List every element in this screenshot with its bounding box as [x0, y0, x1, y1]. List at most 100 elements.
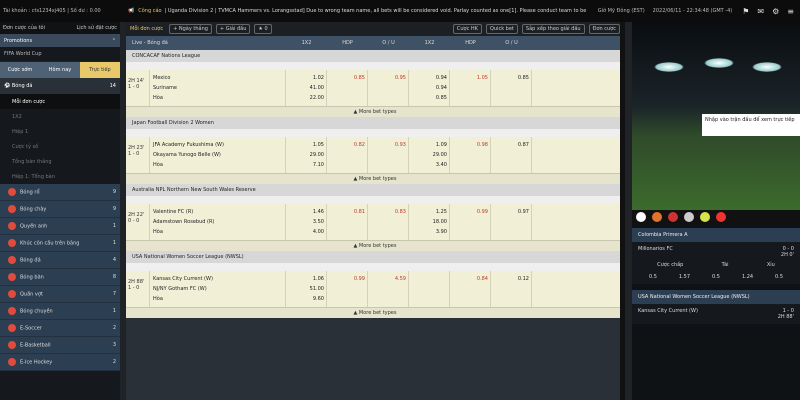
- odds-away[interactable]: 29.00: [288, 150, 324, 160]
- add-date-button[interactable]: + Ngày thắng: [169, 24, 212, 34]
- odds-draw[interactable]: 7.10: [288, 160, 324, 170]
- basketball-filter-icon[interactable]: [652, 212, 662, 222]
- market-item-each-bet[interactable]: Mỗi đơn cược: [0, 94, 120, 109]
- live-score-card-2[interactable]: Kansas City Current (W) 1 - 0 2H 88': [632, 304, 800, 324]
- sport-item[interactable]: Khúc côn cầu trên băng 1: [0, 235, 120, 252]
- sport-item[interactable]: E-Soccer 2: [0, 320, 120, 337]
- odds-cell[interactable]: 0.97: [493, 207, 529, 217]
- odds-away[interactable]: 3.50: [288, 217, 324, 227]
- favorites-button[interactable]: ★ 0: [254, 24, 272, 34]
- odds-cell[interactable]: 0.85: [329, 73, 365, 83]
- world-cup-item[interactable]: FIFA World Cup: [0, 47, 120, 62]
- odds-cell[interactable]: 0.85: [493, 73, 529, 83]
- odds-cell[interactable]: 29.00: [411, 150, 447, 160]
- live-odd[interactable]: 1.57: [679, 274, 690, 280]
- live-odd[interactable]: 0.5: [712, 274, 720, 280]
- odds-draw[interactable]: 9.60: [288, 294, 324, 304]
- bet-slip-tab[interactable]: Đơn cược của tôi: [3, 25, 45, 31]
- soccer-filter-icon[interactable]: [636, 212, 646, 222]
- odds-cell[interactable]: 0.84: [452, 274, 488, 284]
- sport-item[interactable]: Bóng chày 9: [0, 201, 120, 218]
- odds-cell[interactable]: 0.98: [452, 140, 488, 150]
- odds-away[interactable]: 51.00: [288, 284, 324, 294]
- sport-item[interactable]: Bóng đá 4: [0, 252, 120, 269]
- odds-cell[interactable]: 0.99: [452, 207, 488, 217]
- odds-type-select[interactable]: Cược HK: [452, 24, 482, 34]
- live-odd[interactable]: 0.5: [775, 274, 783, 280]
- sport-item[interactable]: Bóng chuyền 1: [0, 303, 120, 320]
- odds-cell[interactable]: 0.83: [370, 207, 406, 217]
- sport-item[interactable]: Bóng bàn 8: [0, 269, 120, 286]
- market-item-total-goals[interactable]: Tổng bàn thắng: [0, 154, 120, 169]
- odds-cell[interactable]: 1.25: [411, 207, 447, 217]
- odds-cell[interactable]: 0.81: [329, 207, 365, 217]
- chat-icon[interactable]: ⚑: [742, 7, 749, 16]
- market-item-correct-score[interactable]: Cược tỷ số: [0, 139, 120, 154]
- odds-cell[interactable]: 3.90: [411, 227, 447, 237]
- message-icon[interactable]: ✉: [757, 7, 764, 16]
- market-item-first-half-total[interactable]: Hiệp 1: Tổng bàn: [0, 169, 120, 184]
- more-bet-types-button[interactable]: ▲ More bet types: [126, 241, 624, 251]
- bet-history-tab[interactable]: Lịch sử đặt cược: [76, 25, 117, 31]
- add-league-button[interactable]: + Giải đấu: [215, 24, 251, 34]
- odds-cell[interactable]: 1.09: [411, 140, 447, 150]
- league-header[interactable]: CONCACAF Nations League: [126, 50, 624, 62]
- tab-early[interactable]: Cược sớm: [0, 62, 40, 78]
- news-ticker[interactable]: | Uganda Division 2 | TVMCA Hammers vs. …: [165, 8, 594, 14]
- odds-cell[interactable]: 4.59: [370, 274, 406, 284]
- sport-soccer[interactable]: ⚽ Bóng đá 14: [0, 78, 120, 94]
- sport-item[interactable]: E-Ice Hockey 2: [0, 354, 120, 371]
- tennis-filter-icon[interactable]: [700, 212, 710, 222]
- live-odd[interactable]: 1.24: [742, 274, 753, 280]
- odds-cell[interactable]: 0.87: [493, 140, 529, 150]
- live-league-2[interactable]: USA National Women Soccer League (NWSL): [632, 290, 800, 304]
- scrollbar[interactable]: [620, 22, 625, 400]
- odds-home[interactable]: 1.06: [288, 274, 324, 284]
- odds-cell[interactable]: 1.05: [452, 73, 488, 83]
- market-item-first-half[interactable]: Hiệp 1: [0, 124, 120, 139]
- odds-draw[interactable]: 4.00: [288, 227, 324, 237]
- sort-select[interactable]: Sắp xếp theo giải đấu: [521, 24, 585, 34]
- odds-cell[interactable]: 0.12: [493, 274, 529, 284]
- tab-today[interactable]: Hôm nay: [40, 62, 80, 78]
- market-item-1x2[interactable]: 1X2: [0, 109, 120, 124]
- live-score-card-1[interactable]: Millonarios FC 0 - 0 2H 0' Cược chấp Tài Xỉ…: [632, 242, 800, 284]
- odds-cell[interactable]: [411, 284, 447, 294]
- settings-icon[interactable]: ⚙: [772, 7, 779, 16]
- odds-away[interactable]: 41.00: [288, 83, 324, 93]
- odds-cell[interactable]: 0.99: [329, 274, 365, 284]
- live-league-1[interactable]: Colombia Primera A: [632, 228, 800, 242]
- odds-cell[interactable]: 0.95: [370, 73, 406, 83]
- quick-bet-toggle[interactable]: Quick bet: [485, 24, 518, 34]
- league-header[interactable]: Australia NPL Northern New South Wales R…: [126, 184, 624, 196]
- odds-cell[interactable]: 0.94: [411, 83, 447, 93]
- odds-home[interactable]: 1.05: [288, 140, 324, 150]
- league-header[interactable]: Japan Football Division 2 Women: [126, 117, 624, 129]
- odds-cell[interactable]: 0.82: [329, 140, 365, 150]
- sport-item[interactable]: E-Basketball 3: [0, 337, 120, 354]
- sport-item[interactable]: Quần vợt 7: [0, 286, 120, 303]
- odds-draw[interactable]: 22.00: [288, 93, 324, 103]
- more-bet-types-button[interactable]: ▲ More bet types: [126, 308, 624, 318]
- live-odd[interactable]: 0.5: [649, 274, 657, 280]
- league-header[interactable]: USA National Women Soccer League (NWSL): [126, 251, 624, 263]
- odds-cell[interactable]: 0.93: [370, 140, 406, 150]
- odds-home[interactable]: 1.46: [288, 207, 324, 217]
- more-bet-types-button[interactable]: ▲ More bet types: [126, 107, 624, 117]
- odds-home[interactable]: 1.02: [288, 73, 324, 83]
- volleyball-filter-icon[interactable]: [684, 212, 694, 222]
- sport-item[interactable]: Bóng rổ 9: [0, 184, 120, 201]
- tab-live[interactable]: Trực tiếp: [80, 62, 120, 78]
- odds-cell[interactable]: [411, 274, 447, 284]
- odds-cell[interactable]: [411, 294, 447, 304]
- pingpong-filter-icon[interactable]: [716, 212, 726, 222]
- odds-cell[interactable]: 3.40: [411, 160, 447, 170]
- market-select[interactable]: Đơn cược: [588, 24, 620, 34]
- odds-cell[interactable]: 0.85: [411, 93, 447, 103]
- menu-icon[interactable]: ≡: [787, 7, 794, 16]
- odds-cell[interactable]: 18.00: [411, 217, 447, 227]
- promotions-bar[interactable]: Promotions ⌃: [0, 34, 120, 47]
- more-bet-types-button[interactable]: ▲ More bet types: [126, 174, 624, 184]
- odds-cell[interactable]: 0.94: [411, 73, 447, 83]
- baseball-filter-icon[interactable]: [668, 212, 678, 222]
